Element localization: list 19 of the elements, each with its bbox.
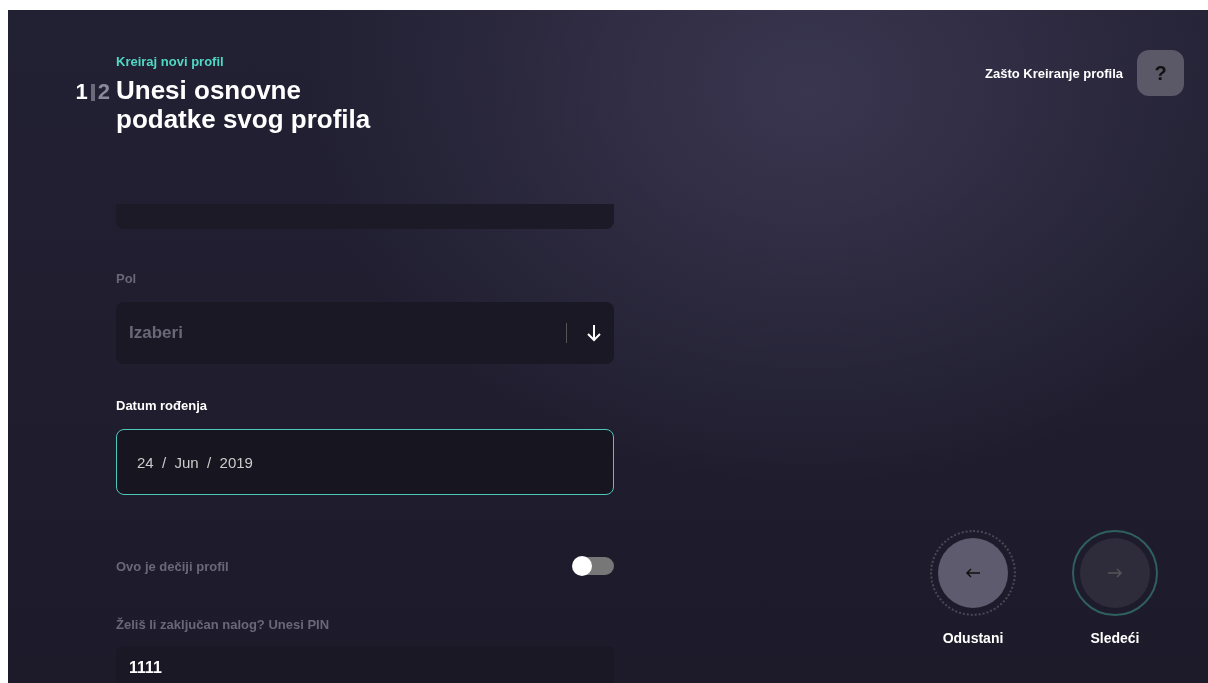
input-field[interactable] (116, 204, 614, 229)
toggle-switch[interactable] (574, 557, 614, 575)
pin-field[interactable]: 1111 (116, 646, 614, 683)
field-label: Želiš li zaključan nalog? Unesi PIN (116, 617, 331, 632)
field-label: Pol (116, 271, 138, 286)
eyebrow-text: Kreiraj novi profil (116, 54, 225, 69)
date-field[interactable]: 24 / Jun / 2019 (116, 429, 614, 495)
button-label: Odustani (942, 630, 1004, 646)
page-title: Unesi osnovne podatke svog profila (116, 76, 372, 134)
select-placeholder: Izaberi (129, 323, 184, 343)
arrow-right-icon (1107, 568, 1123, 578)
step-number: 2 (97, 79, 110, 105)
button-label: Sledeći (1090, 630, 1140, 646)
help-text: Zašto Kreiranje profila (985, 65, 1123, 81)
step-number: 1 (75, 79, 88, 105)
arrow-left-icon (965, 568, 981, 578)
field-label: Datum rođenja (116, 398, 208, 413)
toggle-label: Ovo je dečiji profil (116, 558, 229, 574)
arrow-down-icon (587, 324, 601, 342)
